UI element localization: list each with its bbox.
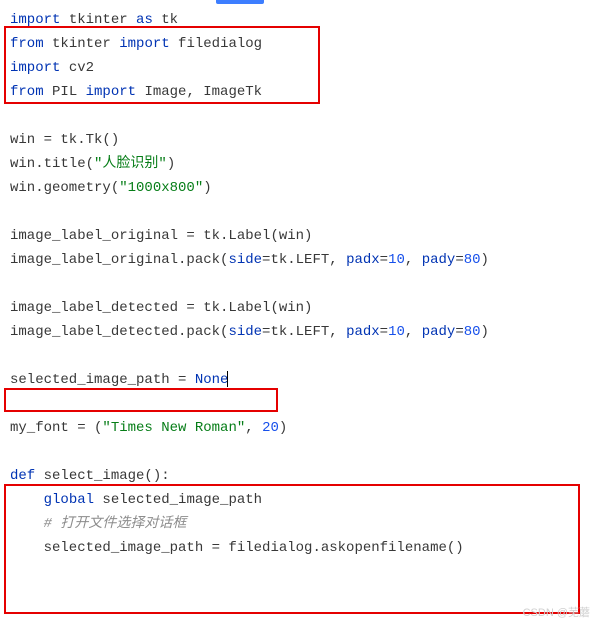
line-16: selected_image_path = None: [10, 372, 228, 388]
line-1: import tkinter as tk: [10, 12, 178, 28]
line-21: global selected_image_path: [10, 492, 262, 508]
line-20: def select_image():: [10, 468, 170, 484]
line-18: my_font = ("Times New Roman", 20): [10, 420, 287, 436]
blank-3: [10, 276, 18, 292]
line-7: win.title("人脸识别"): [10, 156, 175, 172]
blank-4: [10, 348, 18, 364]
line-22: # 打开文件选择对话框: [10, 516, 186, 532]
line-3: import cv2: [10, 60, 94, 76]
code-block: import tkinter as tk from tkinter import…: [0, 0, 598, 568]
line-2: from tkinter import filedialog: [10, 36, 262, 52]
line-11: image_label_original.pack(side=tk.LEFT, …: [10, 252, 489, 268]
blank-1: [10, 108, 18, 124]
text-cursor: [227, 371, 228, 387]
line-10: image_label_original = tk.Label(win): [10, 228, 312, 244]
line-6: win = tk.Tk(): [10, 132, 119, 148]
blank-6: [10, 444, 18, 460]
line-8: win.geometry("1000x800"): [10, 180, 212, 196]
line-4: from PIL import Image, ImageTk: [10, 84, 262, 100]
blank-5: [10, 396, 18, 412]
line-13: image_label_detected = tk.Label(win): [10, 300, 312, 316]
watermark: CSDN @芜蘑: [523, 604, 590, 620]
blank-2: [10, 204, 18, 220]
line-23: selected_image_path = filedialog.askopen…: [10, 540, 464, 556]
line-14: image_label_detected.pack(side=tk.LEFT, …: [10, 324, 489, 340]
